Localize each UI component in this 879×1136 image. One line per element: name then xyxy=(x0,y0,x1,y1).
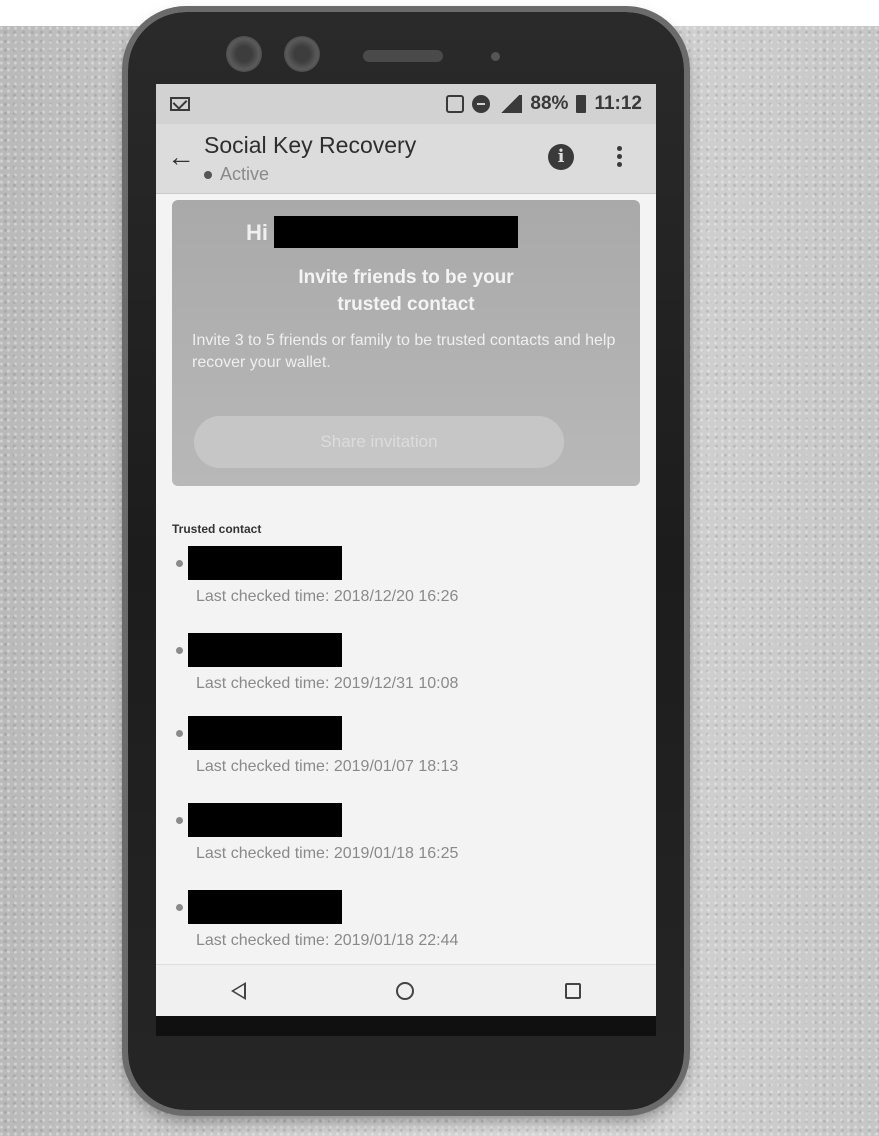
redacted-contact-name xyxy=(188,716,342,750)
trusted-contact-heading: Trusted contact xyxy=(172,522,262,536)
last-checked-time: Last checked time: 2019/01/18 16:25 xyxy=(196,845,459,862)
active-dot-icon xyxy=(204,170,212,179)
proximity-sensor-icon xyxy=(491,52,500,61)
nav-home-icon[interactable] xyxy=(396,981,415,1000)
share-invitation-button[interactable]: Share invitation xyxy=(194,416,564,468)
contact-bullet-icon xyxy=(176,730,183,737)
phone-device: 88% 11:12 ← Social Key Recovery Active i… xyxy=(128,12,684,1110)
battery-percent: 88% xyxy=(530,93,569,114)
redacted-contact-name xyxy=(188,803,342,837)
info-icon[interactable]: i xyxy=(548,144,574,170)
app-bar: ← Social Key Recovery Active i xyxy=(156,124,656,194)
phone-screen: 88% 11:12 ← Social Key Recovery Active i… xyxy=(156,84,656,1036)
do-not-disturb-icon xyxy=(472,95,491,113)
redacted-contact-name xyxy=(188,633,342,667)
list-item[interactable]: Last checked time: 2019/01/07 18:13 xyxy=(172,716,642,792)
list-item[interactable]: Last checked time: 2018/12/20 16:26 xyxy=(172,546,642,622)
last-checked-time: Last checked time: 2019/01/18 22:44 xyxy=(196,932,459,949)
nfc-icon xyxy=(446,95,465,113)
front-camera-icon xyxy=(226,36,262,72)
back-arrow-icon[interactable]: ← xyxy=(166,142,196,172)
invite-card: Hi Invite friends to be your trusted con… xyxy=(172,200,640,486)
page-title: Social Key Recovery xyxy=(204,132,417,158)
system-navigation-bar xyxy=(156,964,656,1016)
redacted-contact-name xyxy=(188,890,342,924)
list-item[interactable]: Last checked time: 2019/12/31 10:08 xyxy=(172,633,642,709)
contact-bullet-icon xyxy=(176,647,183,654)
mail-icon xyxy=(170,97,190,111)
invite-title: Invite friends to be your trusted contac… xyxy=(172,264,640,318)
status-indicator: Active xyxy=(204,164,269,185)
more-options-icon[interactable] xyxy=(614,144,624,170)
last-checked-time: Last checked time: 2019/01/07 18:13 xyxy=(196,758,459,775)
invite-title-line2: trusted contact xyxy=(337,294,475,315)
screen-bottom-bezel xyxy=(156,1016,656,1036)
battery-icon xyxy=(576,95,587,113)
list-item[interactable]: Last checked time: 2019/01/18 22:44 xyxy=(172,890,642,966)
greeting: Hi xyxy=(246,220,268,245)
contact-bullet-icon xyxy=(176,817,183,824)
last-checked-time: Last checked time: 2018/12/20 16:26 xyxy=(196,588,459,605)
nav-back-icon[interactable] xyxy=(231,981,247,1000)
status-bar: 88% 11:12 xyxy=(156,84,656,124)
nav-recent-apps-icon[interactable] xyxy=(564,982,581,999)
redacted-user-name xyxy=(274,216,518,248)
contact-bullet-icon xyxy=(176,560,183,567)
redacted-contact-name xyxy=(188,546,342,580)
status-text: Active xyxy=(220,164,270,184)
invite-title-line1: Invite friends to be your xyxy=(298,267,514,288)
clock: 11:12 xyxy=(594,93,642,114)
contact-bullet-icon xyxy=(176,904,183,911)
front-sensor-icon xyxy=(284,36,320,72)
last-checked-time: Last checked time: 2019/12/31 10:08 xyxy=(196,675,459,692)
earpiece-speaker xyxy=(363,50,443,62)
signal-icon xyxy=(498,95,523,113)
list-item[interactable]: Last checked time: 2019/01/18 16:25 xyxy=(172,803,642,879)
invite-description: Invite 3 to 5 friends or family to be tr… xyxy=(192,332,616,371)
